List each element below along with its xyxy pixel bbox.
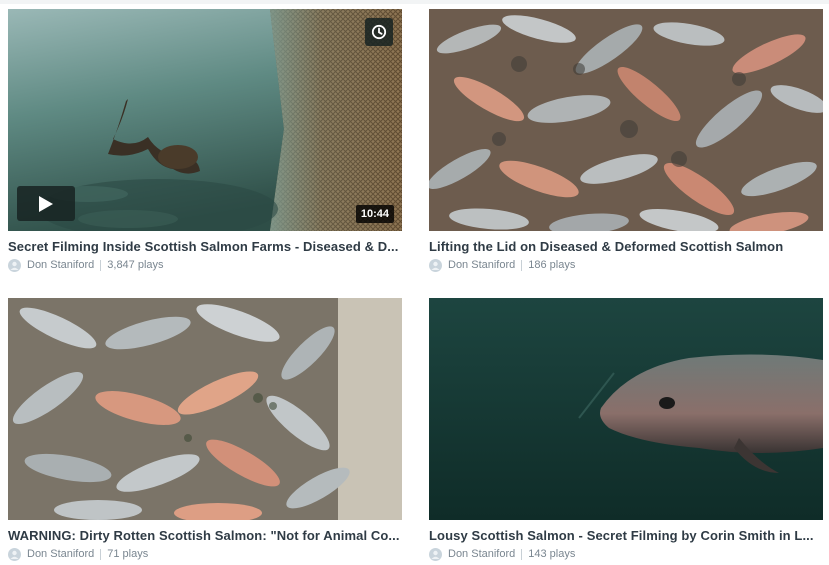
avatar-icon[interactable]: [429, 547, 442, 561]
clock-icon: [371, 24, 387, 40]
video-title[interactable]: Secret Filming Inside Scottish Salmon Fa…: [8, 239, 402, 254]
play-count: 186 plays: [528, 259, 576, 271]
video-duration: 10:44: [355, 205, 394, 223]
video-thumbnail[interactable]: 10:44: [8, 9, 402, 231]
video-title[interactable]: Lifting the Lid on Diseased & Deformed S…: [429, 239, 823, 254]
salmon-pile-image: [429, 9, 823, 231]
author-link[interactable]: Don Staniford: [27, 259, 94, 271]
author-link[interactable]: Don Staniford: [27, 548, 94, 560]
video-card: Lousy Scottish Salmon - Secret Filming b…: [429, 298, 823, 561]
video-thumbnail[interactable]: [8, 298, 402, 520]
author-link[interactable]: Don Staniford: [448, 548, 515, 560]
meta-divider: [100, 259, 102, 271]
video-meta: Don Staniford 3,847 plays: [8, 258, 402, 272]
video-card: WARNING: Dirty Rotten Scottish Salmon: "…: [8, 298, 402, 561]
video-title[interactable]: Lousy Scottish Salmon - Secret Filming b…: [429, 528, 823, 543]
video-card: Lifting the Lid on Diseased & Deformed S…: [429, 9, 823, 272]
dead-salmon-bin-image: [8, 298, 402, 520]
avatar-icon[interactable]: [8, 547, 21, 561]
play-button[interactable]: [17, 186, 75, 221]
avatar-icon[interactable]: [429, 258, 442, 272]
video-title[interactable]: WARNING: Dirty Rotten Scottish Salmon: "…: [8, 528, 402, 543]
video-thumbnail[interactable]: [429, 298, 823, 520]
play-count: 71 plays: [107, 548, 149, 560]
meta-divider: [100, 548, 102, 560]
meta-divider: [521, 259, 523, 271]
author-link[interactable]: Don Staniford: [448, 259, 515, 271]
video-grid: 10:44 Secret Filming Inside Scottish Sal…: [0, 0, 829, 565]
underwater-salmon-image: [429, 298, 823, 520]
watch-later-button[interactable]: [365, 18, 393, 46]
video-card: 10:44 Secret Filming Inside Scottish Sal…: [8, 9, 402, 272]
play-count: 3,847 plays: [107, 259, 164, 271]
meta-divider: [521, 548, 523, 560]
video-meta: Don Staniford 143 plays: [429, 547, 823, 561]
avatar-icon[interactable]: [8, 258, 21, 272]
play-count: 143 plays: [528, 548, 576, 560]
video-thumbnail[interactable]: [429, 9, 823, 231]
video-meta: Don Staniford 71 plays: [8, 547, 402, 561]
play-icon: [39, 195, 53, 212]
video-meta: Don Staniford 186 plays: [429, 258, 823, 272]
